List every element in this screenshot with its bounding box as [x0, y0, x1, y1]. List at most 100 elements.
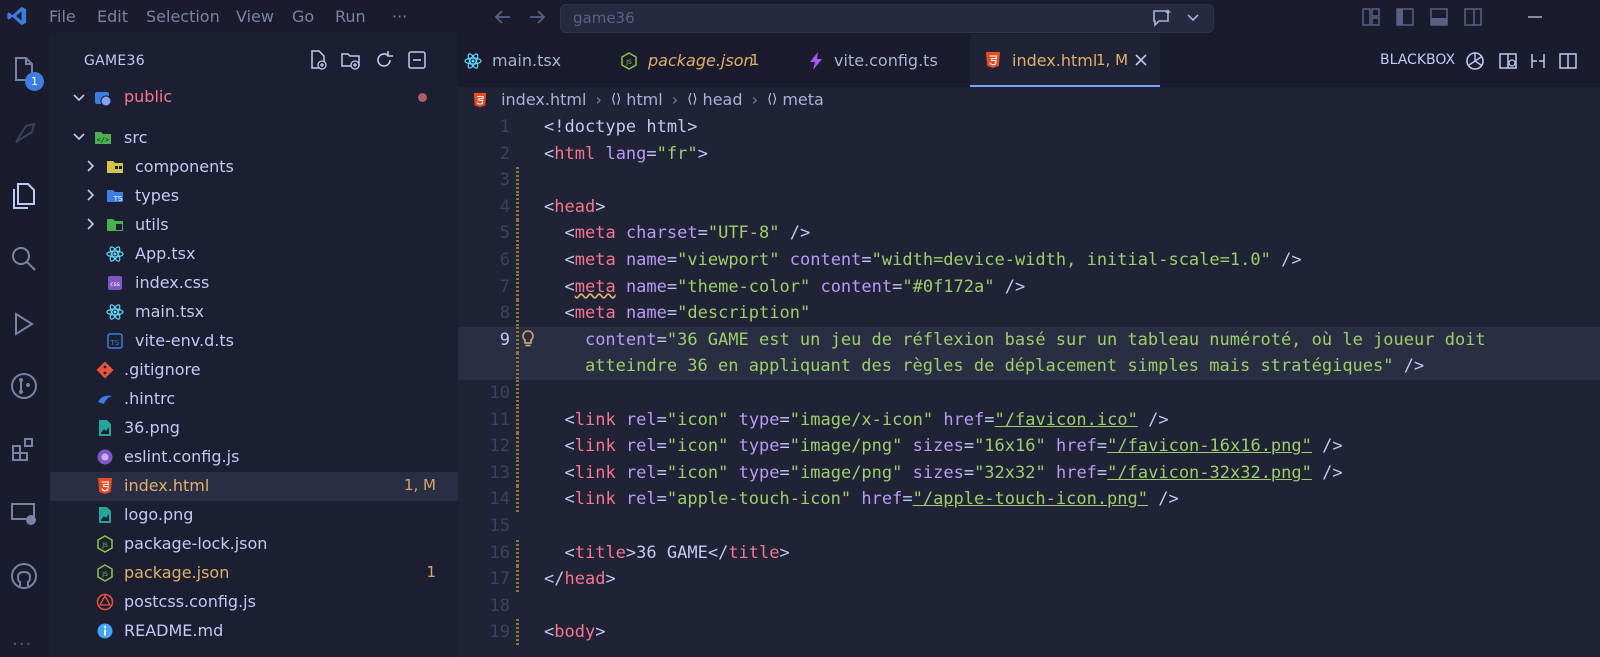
search-icon[interactable] [8, 243, 40, 275]
tree-file-vite-env[interactable]: TS vite-env.d.ts [50, 327, 458, 356]
minimize-icon[interactable] [1524, 6, 1546, 28]
chevron-down-icon[interactable] [1185, 11, 1201, 25]
tree-file-eslint[interactable]: eslint.config.js [50, 443, 458, 472]
code-token: < [564, 436, 575, 457]
code-line[interactable]: 1 <!doctype html> [458, 114, 1600, 141]
open-preview-icon[interactable] [1498, 51, 1518, 71]
tab-index-html[interactable]: index.html 1, M [970, 34, 1160, 87]
code-line[interactable]: 2 <html lang="fr"> [458, 141, 1600, 168]
code-line[interactable]: atteindre 36 en appliquant des règles de… [458, 353, 1600, 381]
menu-edit[interactable]: Edit [97, 7, 128, 26]
code-line[interactable]: 18 [458, 593, 1600, 620]
code-token: name [625, 250, 667, 270]
forward-arrow-icon[interactable] [526, 6, 548, 28]
code-line[interactable]: 10 [458, 380, 1600, 407]
tree-folder-utils[interactable]: utils [50, 211, 458, 240]
collapse-all-icon[interactable] [406, 49, 428, 71]
code-line[interactable]: 4 <head> [458, 193, 1600, 221]
close-icon[interactable] [1134, 53, 1148, 67]
toggle-secondary-sidebar-icon[interactable] [1462, 6, 1484, 28]
more-icon[interactable]: ··· [12, 634, 32, 655]
code-line[interactable]: 14 <link rel="apple-touch-icon" href="/a… [458, 486, 1600, 514]
remote-explorer-icon[interactable] [8, 498, 40, 530]
menu-file[interactable]: File [49, 7, 76, 26]
extensions-icon[interactable] [8, 434, 40, 466]
breadcrumb-item[interactable]: meta [782, 90, 824, 109]
react-icon [106, 246, 124, 262]
breadcrumb-item[interactable]: html [626, 90, 662, 109]
menu-go[interactable]: Go [292, 7, 314, 26]
code-token: <!doctype html> [544, 117, 698, 137]
code-token: rel [625, 436, 657, 457]
split-editor-icon[interactable] [1558, 51, 1578, 71]
code-token: = [666, 303, 678, 324]
tab-main-tsx[interactable]: main.tsx [458, 34, 608, 87]
openai-icon[interactable] [1463, 49, 1487, 73]
code-line[interactable]: 6 <meta name="viewport" content="width=d… [458, 247, 1600, 274]
tree-folder-public[interactable]: public [50, 86, 458, 108]
toggle-primary-sidebar-icon[interactable] [1394, 6, 1416, 28]
refresh-icon[interactable] [373, 49, 395, 71]
tab-vite-config[interactable]: vite.config.ts [792, 34, 970, 87]
source-control-icon[interactable] [8, 370, 40, 402]
menu-run[interactable]: Run [335, 7, 366, 26]
code-line[interactable]: 8 <meta name="description" [458, 300, 1600, 328]
code-token: content [584, 329, 657, 350]
tree-file-readme[interactable]: README.md [50, 617, 458, 646]
tree-file-package-lock[interactable]: JS package-lock.json [50, 530, 458, 559]
menu-view[interactable]: View [236, 7, 274, 26]
tree-folder-types[interactable]: TS types [50, 182, 458, 211]
tree-file-app-tsx[interactable]: App.tsx [50, 240, 458, 269]
code-line[interactable]: 16 <title>36 GAME</title> [458, 539, 1600, 567]
code-line[interactable]: 19 <body> [458, 619, 1600, 647]
code-line[interactable]: 3 [458, 167, 1600, 195]
code-token: < [564, 223, 575, 244]
breadcrumb-item[interactable]: index.html [501, 90, 586, 109]
back-arrow-icon[interactable] [492, 6, 514, 28]
line-number: 9 [499, 329, 510, 350]
tab-package-json[interactable]: JS package.json 1 [608, 34, 792, 87]
tree-folder-components[interactable]: components [50, 153, 458, 182]
chat-sparkle-icon[interactable] [1151, 8, 1173, 28]
code-token: = [656, 436, 667, 457]
tree-file-package-json[interactable]: JS package.json 1 [50, 559, 458, 588]
code-editor[interactable]: 1 <!doctype html> 2 <html lang="fr"> 3 4 <head… [458, 114, 1600, 657]
code-line[interactable]: 13 <link rel="icon" type="image/png" siz… [458, 459, 1600, 487]
new-folder-icon[interactable] [340, 49, 362, 71]
code-line[interactable]: 11 <link rel="icon" type="image/x-icon" … [458, 406, 1600, 434]
code-line[interactable]: 7 <meta name="theme-color" content="#0f1… [458, 273, 1600, 301]
blackbox-label[interactable]: BLACKBOX [1380, 52, 1455, 68]
tree-file-postcss[interactable]: postcss.config.js [50, 588, 458, 617]
new-file-icon[interactable] [307, 49, 329, 71]
tree-file-index-html[interactable]: index.html 1, M [50, 472, 458, 501]
code-line[interactable]: 12 <link rel="icon" type="image/png" siz… [458, 433, 1600, 461]
menu-selection[interactable]: Selection [146, 7, 220, 26]
explorer-icon[interactable] [8, 180, 40, 212]
command-center-search[interactable]: game36 [560, 4, 1214, 33]
customize-layout-icon[interactable] [1360, 6, 1382, 28]
breadcrumb-item[interactable]: head [703, 90, 743, 109]
tree-file-gitignore[interactable]: .gitignore [50, 356, 458, 385]
tree-file-main-tsx[interactable]: main.tsx [50, 298, 458, 327]
toggle-panel-icon[interactable] [1428, 6, 1450, 28]
code-line[interactable]: 9 content="36 GAME est un jeu de réflexi… [458, 326, 1600, 354]
code-line[interactable]: 15 [458, 513, 1600, 540]
lightbulb-icon[interactable] [520, 329, 536, 353]
tree-file-index-css[interactable]: css index.css [50, 269, 458, 298]
types-folder-icon: TS [107, 190, 123, 203]
run-debug-icon[interactable] [8, 308, 40, 340]
rocket-icon[interactable] [8, 118, 40, 150]
github-icon[interactable] [8, 560, 40, 592]
tree-folder-src[interactable]: </> src [50, 124, 458, 153]
code-line[interactable]: 17 </head> [458, 566, 1600, 594]
menu-more[interactable]: ··· [392, 7, 407, 26]
tree-file-36-png[interactable]: 36.png [50, 414, 458, 443]
code-line[interactable]: 5 <meta charset="UTF-8" /> [458, 220, 1600, 248]
tree-file-hintrc[interactable]: .hintrc [50, 385, 458, 414]
compare-changes-icon[interactable] [1528, 51, 1548, 71]
tree-file-logo-png[interactable]: logo.png [50, 501, 458, 530]
